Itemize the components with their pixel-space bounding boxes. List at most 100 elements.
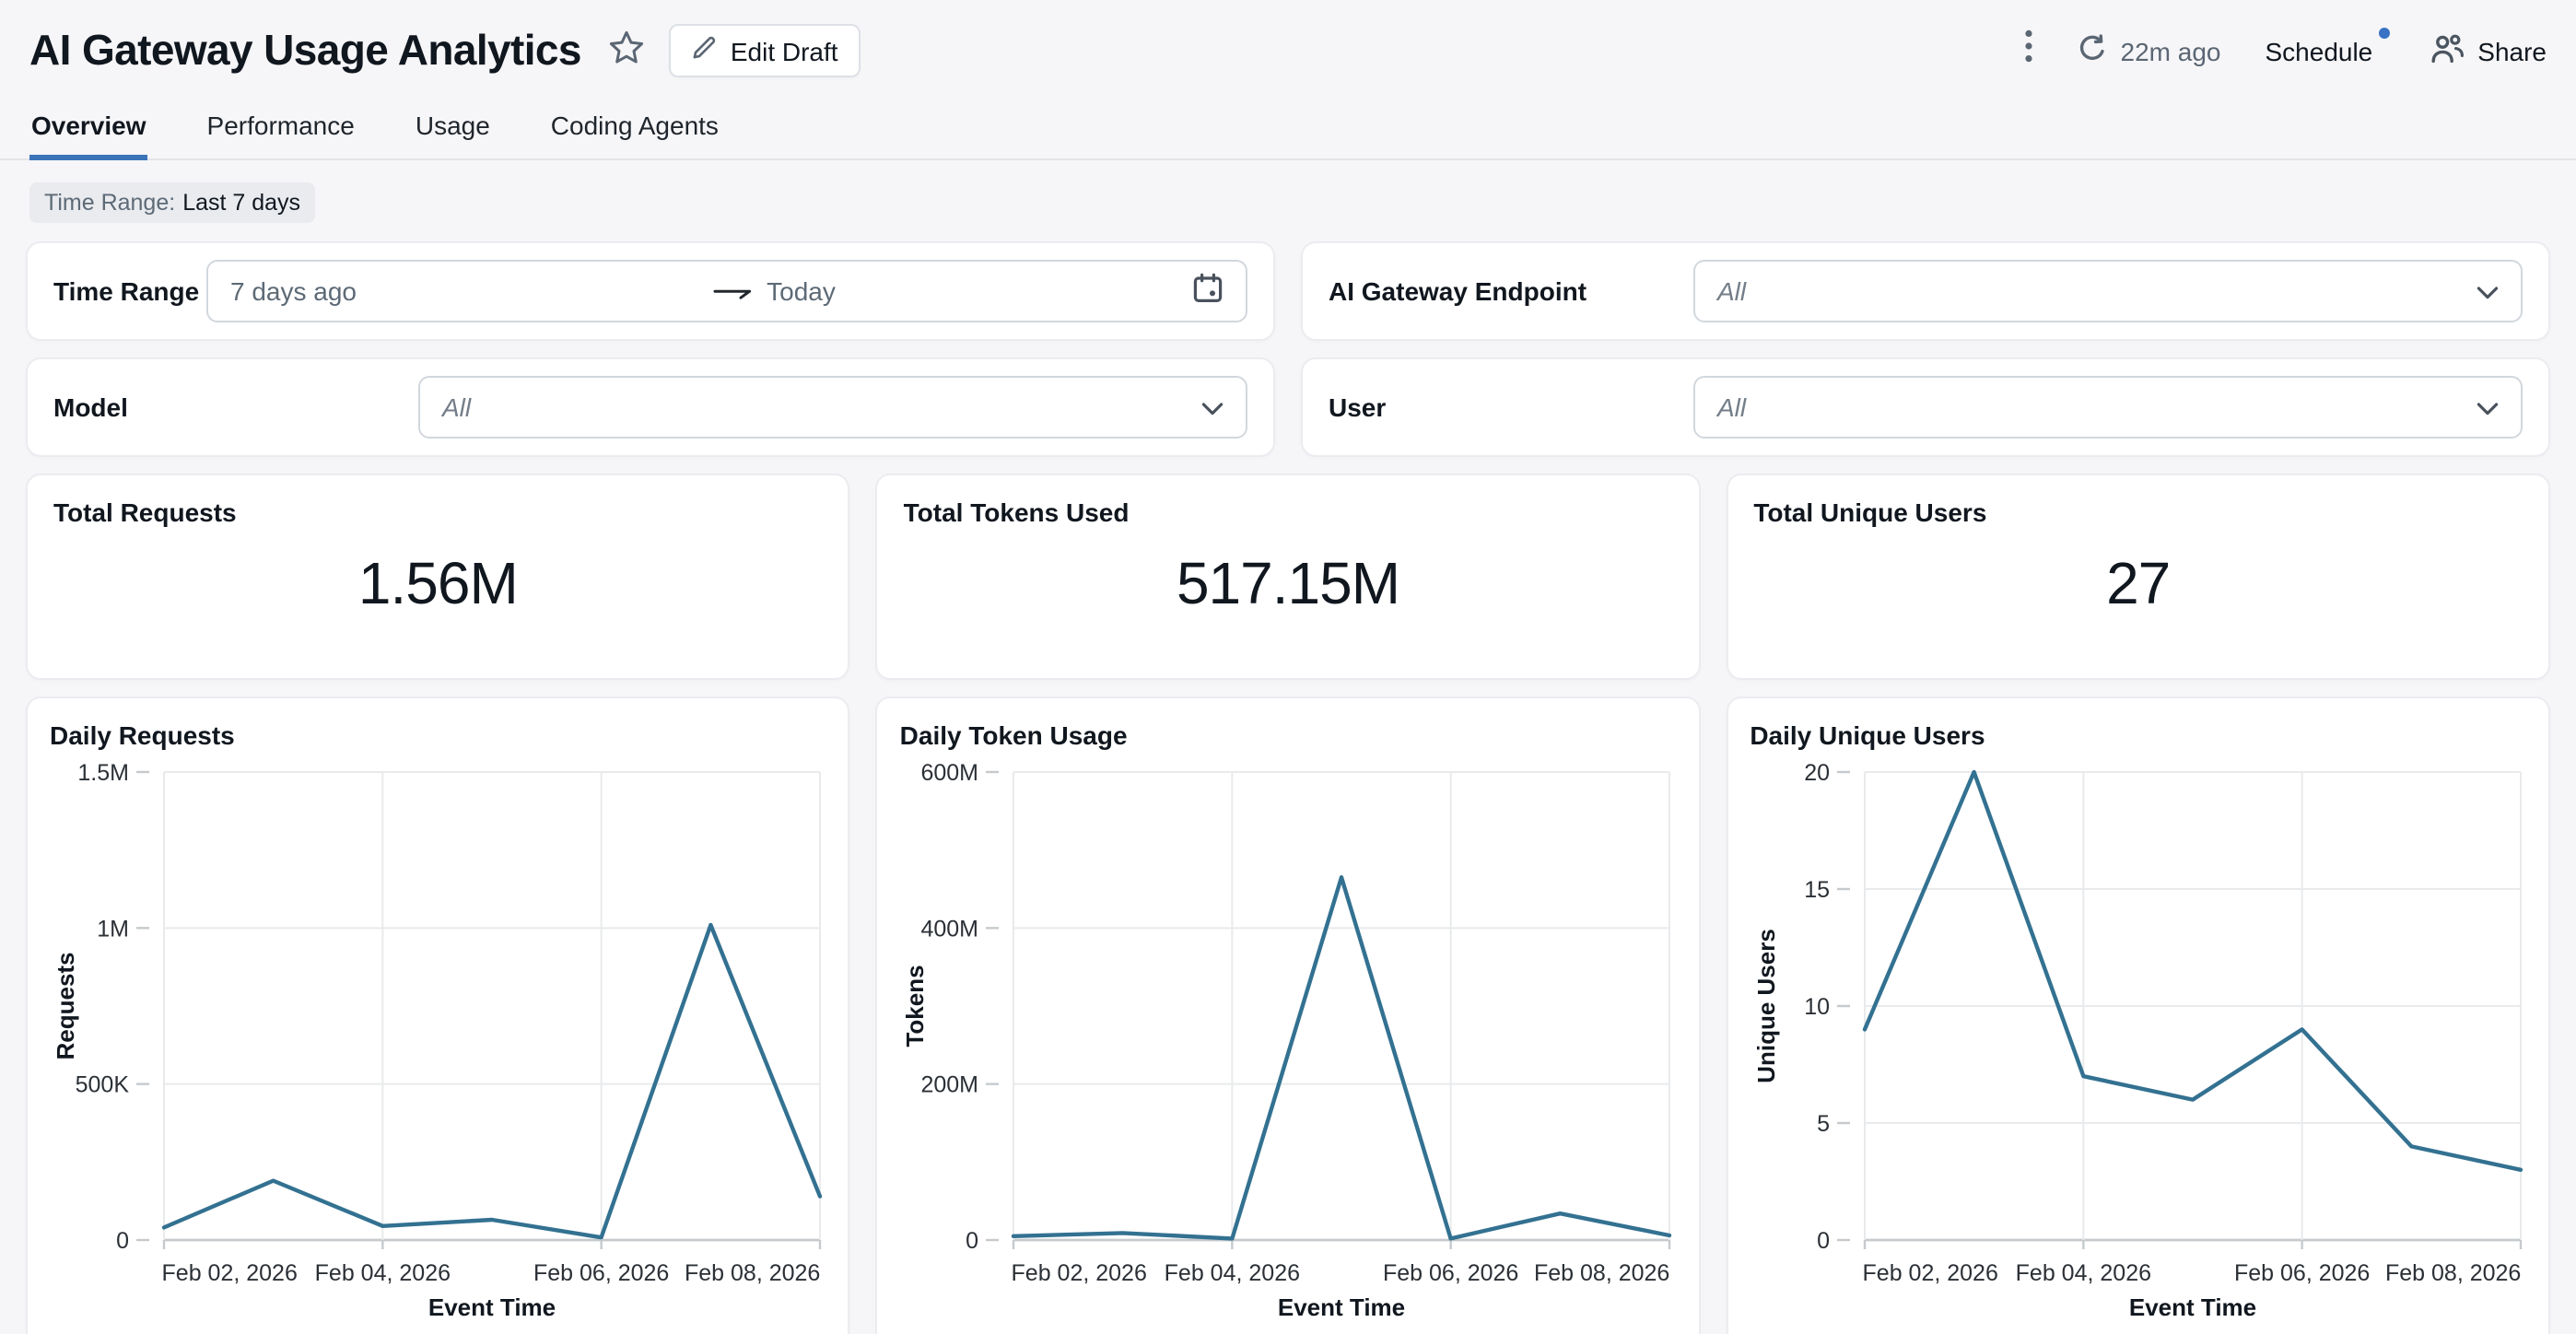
kpi-value: 517.15M <box>878 551 1699 619</box>
star-icon <box>609 29 646 73</box>
user-filter-card: User All <box>1301 357 2550 457</box>
range-start-value[interactable]: 7 days ago <box>230 276 357 306</box>
svg-text:Feb 04, 2026: Feb 04, 2026 <box>1165 1260 1300 1286</box>
svg-text:200M: 200M <box>921 1072 979 1098</box>
tab-performance[interactable]: Performance <box>205 96 357 158</box>
schedule-button[interactable]: Schedule <box>2266 36 2373 65</box>
svg-text:15: 15 <box>1804 877 1830 903</box>
share-people-icon <box>2428 32 2465 69</box>
filter-chip-row: Time Range: Last 7 days <box>0 160 2576 223</box>
filters-row-1: Time Range 7 days ago Today <box>26 241 2550 341</box>
chevron-down-icon <box>2476 276 2499 306</box>
endpoint-filter-label: AI Gateway Endpoint <box>1329 276 1693 306</box>
svg-text:400M: 400M <box>921 916 979 942</box>
range-end-group: Today <box>713 276 836 306</box>
svg-text:Feb 04, 2026: Feb 04, 2026 <box>2015 1260 2150 1286</box>
refresh-icon <box>2077 32 2108 69</box>
svg-text:Feb 06, 2026: Feb 06, 2026 <box>1384 1260 1519 1286</box>
page-title: AI Gateway Usage Analytics <box>29 26 581 76</box>
svg-text:10: 10 <box>1804 994 1830 1020</box>
chart-card-daily-unique-users: Daily Unique Users 05101520Feb 02, 2026F… <box>1726 696 2550 1334</box>
kpi-label: Total Unique Users <box>1753 497 2523 527</box>
chip-value: Last 7 days <box>182 190 300 216</box>
daily-requests-chart[interactable]: 0 500K 1M 1.5M Feb 02, 2026 Feb 04, 2026 Feb 0… <box>50 757 826 1334</box>
svg-text:Requests: Requests <box>52 952 79 1059</box>
svg-text:0: 0 <box>966 1228 979 1254</box>
time-range-chip[interactable]: Time Range: Last 7 days <box>29 182 315 223</box>
chart-title: Daily Token Usage <box>900 720 1677 750</box>
user-select[interactable]: All <box>1693 376 2523 439</box>
tab-coding-agents[interactable]: Coding Agents <box>549 96 720 158</box>
time-range-filter-card: Time Range 7 days ago Today <box>26 241 1275 341</box>
model-filter-label: Model <box>53 392 418 422</box>
endpoint-select-value: All <box>1717 276 1746 306</box>
model-filter-card: Model All <box>26 357 1275 457</box>
time-range-filter-label: Time Range <box>53 276 206 306</box>
svg-text:5: 5 <box>1816 1111 1829 1137</box>
time-range-input[interactable]: 7 days ago Today <box>206 260 1247 322</box>
svg-text:Feb 08, 2026: Feb 08, 2026 <box>685 1260 820 1286</box>
chevron-down-icon <box>2476 392 2499 422</box>
model-select[interactable]: All <box>418 376 1247 439</box>
kpi-card-total-tokens: Total Tokens Used 517.15M <box>876 474 1701 680</box>
endpoint-filter-card: AI Gateway Endpoint All <box>1301 241 2550 341</box>
arrow-right-icon <box>713 276 752 306</box>
svg-text:Feb 02, 2026: Feb 02, 2026 <box>162 1260 298 1286</box>
kpi-card-unique-users: Total Unique Users 27 <box>1726 474 2550 680</box>
edit-draft-label: Edit Draft <box>731 36 838 65</box>
refresh-button[interactable]: 22m ago <box>2077 32 2221 69</box>
header-actions: 22m ago Schedule Share <box>2025 29 2547 72</box>
svg-text:0: 0 <box>1816 1228 1829 1254</box>
share-button[interactable]: Share <box>2428 32 2547 69</box>
chart-title: Daily Requests <box>50 720 826 750</box>
svg-text:Feb 06, 2026: Feb 06, 2026 <box>533 1260 669 1286</box>
svg-text:Feb 08, 2026: Feb 08, 2026 <box>2384 1260 2520 1286</box>
kebab-icon <box>2025 29 2032 72</box>
schedule-label: Schedule <box>2266 36 2373 65</box>
svg-text:Feb 06, 2026: Feb 06, 2026 <box>2233 1260 2369 1286</box>
svg-text:Feb 02, 2026: Feb 02, 2026 <box>1012 1260 1147 1286</box>
dashboard-content: Time Range 7 days ago Today <box>0 223 2576 1334</box>
daily-token-usage-chart[interactable]: 0 200M 400M 600M Feb 02, 2026 Feb 04, 2026 Feb… <box>900 757 1677 1334</box>
svg-text:1.5M: 1.5M <box>77 760 129 786</box>
svg-text:Event Time: Event Time <box>1279 1293 1406 1321</box>
svg-text:Tokens: Tokens <box>902 965 930 1047</box>
pencil-icon <box>692 35 718 66</box>
edit-draft-button[interactable]: Edit Draft <box>670 24 861 77</box>
chevron-down-icon <box>1201 392 1224 422</box>
svg-text:Feb 08, 2026: Feb 08, 2026 <box>1535 1260 1670 1286</box>
tab-usage[interactable]: Usage <box>414 96 492 158</box>
kebab-menu-button[interactable] <box>2025 29 2032 72</box>
tab-overview[interactable]: Overview <box>29 96 148 158</box>
svg-text:1M: 1M <box>97 916 129 942</box>
chart-card-daily-requests: Daily Requests 0 500K 1M 1.5M Feb 02, 2026 Fe… <box>26 696 850 1334</box>
notification-dot <box>2378 27 2389 38</box>
daily-unique-users-chart[interactable]: 05101520Feb 02, 2026Feb 04, 2026Feb 06, … <box>1750 757 2526 1334</box>
svg-text:20: 20 <box>1804 760 1830 786</box>
dashboard-page: AI Gateway Usage Analytics Edit Draft <box>0 0 2576 1334</box>
refresh-status: 22m ago <box>2121 36 2221 65</box>
share-label: Share <box>2477 36 2547 65</box>
endpoint-select[interactable]: All <box>1693 260 2523 322</box>
svg-text:Unique Users: Unique Users <box>1751 929 1779 1083</box>
filters-row-2: Model All User All <box>26 357 2550 457</box>
kpi-value: 1.56M <box>28 551 849 619</box>
chart-card-daily-tokens: Daily Token Usage 0 200M 400M 600M Feb 02, 2… <box>876 696 1701 1334</box>
model-select-value: All <box>442 392 471 422</box>
chip-label: Time Range: <box>44 190 175 216</box>
svg-text:0: 0 <box>116 1228 129 1254</box>
tab-bar: Overview Performance Usage Coding Agents <box>0 96 2576 160</box>
kpi-value: 27 <box>1727 551 2548 619</box>
svg-text:500K: 500K <box>76 1072 130 1098</box>
svg-text:Event Time: Event Time <box>428 1293 556 1321</box>
favorite-star-button[interactable] <box>609 29 646 73</box>
svg-text:Feb 04, 2026: Feb 04, 2026 <box>315 1260 451 1286</box>
kpi-label: Total Requests <box>53 497 823 527</box>
svg-text:600M: 600M <box>921 760 979 786</box>
user-select-value: All <box>1717 392 1746 422</box>
user-filter-label: User <box>1329 392 1693 422</box>
range-end-value[interactable]: Today <box>767 276 836 306</box>
kpi-label: Total Tokens Used <box>904 497 1673 527</box>
calendar-icon[interactable] <box>1192 273 1224 310</box>
kpi-card-total-requests: Total Requests 1.56M <box>26 474 850 680</box>
